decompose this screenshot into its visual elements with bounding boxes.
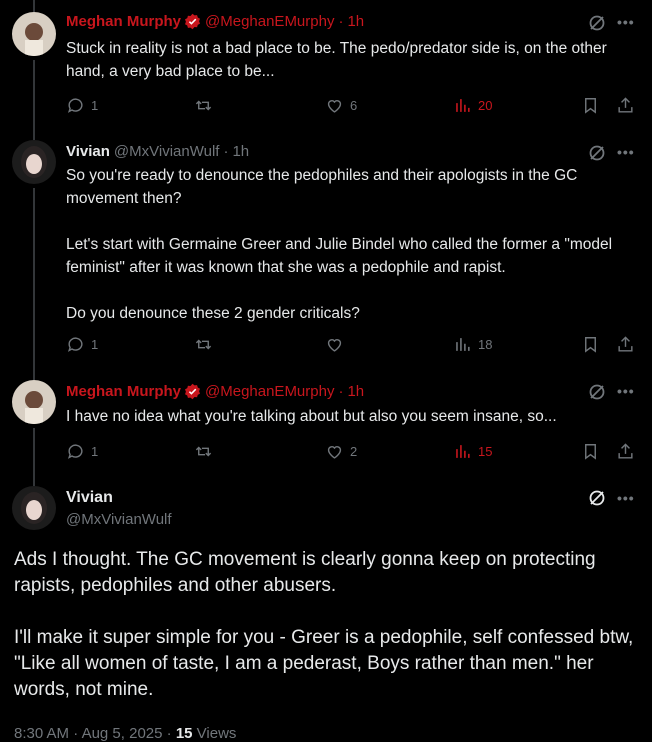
tweet-text: So you're ready to denounce the pedophil… xyxy=(66,167,613,322)
more-icon[interactable]: ••• xyxy=(617,383,635,399)
action-bar: 1 18 xyxy=(66,335,636,355)
more-icon[interactable]: ••• xyxy=(617,144,635,160)
thread-line xyxy=(33,60,35,126)
more-icon[interactable]: ••• xyxy=(617,490,635,506)
bookmark-icon xyxy=(585,337,596,353)
views-icon xyxy=(456,99,470,112)
grok-icon[interactable] xyxy=(588,383,606,401)
like-icon xyxy=(327,446,342,459)
author-name[interactable]: Vivian xyxy=(66,489,113,507)
separator: · xyxy=(338,383,344,400)
thread-line-top xyxy=(33,478,35,486)
thread-line xyxy=(33,428,35,478)
repost-icon xyxy=(195,446,212,457)
repost-button[interactable] xyxy=(194,335,219,354)
separator: · xyxy=(73,725,79,742)
timestamp[interactable]: 1h xyxy=(232,143,249,160)
tweet-text: I have no idea what you're talking about… xyxy=(66,408,557,425)
thread-line xyxy=(33,188,35,368)
like-icon xyxy=(327,339,342,352)
share-icon xyxy=(618,443,633,459)
reply-button[interactable]: 1 xyxy=(66,96,98,115)
verified-badge-icon xyxy=(184,383,201,400)
separator: · xyxy=(166,725,172,742)
views-button[interactable]: 18 xyxy=(453,335,492,354)
grok-icon[interactable] xyxy=(588,489,606,507)
reply-count: 1 xyxy=(91,98,99,113)
repost-button[interactable] xyxy=(194,442,219,461)
author-name[interactable]: Meghan Murphy xyxy=(66,383,181,400)
share-icon xyxy=(618,336,633,352)
author-name[interactable]: Vivian xyxy=(66,143,110,160)
reply-tweet-3[interactable]: Meghan Murphy @MeghanEMurphy · 1h ••• I … xyxy=(0,368,652,478)
like-button[interactable] xyxy=(325,335,350,354)
more-icon[interactable]: ••• xyxy=(617,14,635,30)
views-icon xyxy=(456,338,470,351)
reply-count: 1 xyxy=(91,337,99,352)
like-count: 2 xyxy=(350,444,358,459)
author-handle[interactable]: @MeghanEMurphy xyxy=(205,13,334,30)
reply-tweet-1[interactable]: Meghan Murphy @MeghanEMurphy · 1h ••• St… xyxy=(0,0,652,126)
reply-count: 1 xyxy=(91,444,99,459)
repost-icon xyxy=(195,339,212,350)
grok-icon[interactable] xyxy=(588,14,606,32)
bookmark-icon xyxy=(585,98,596,114)
avatar[interactable] xyxy=(12,380,56,424)
bookmark-icon xyxy=(585,444,596,460)
reply-button[interactable]: 1 xyxy=(66,335,98,354)
views-icon xyxy=(456,445,470,458)
views-count: 15 xyxy=(478,444,493,459)
separator: · xyxy=(338,13,344,30)
reply-tweet-2[interactable]: Vivian @MxVivianWulf · 1h ••• So you're … xyxy=(0,126,652,368)
bookmark-button[interactable] xyxy=(581,335,600,354)
share-button[interactable] xyxy=(616,335,635,354)
thread-line-top xyxy=(33,368,35,380)
bookmark-button[interactable] xyxy=(581,96,600,115)
repost-button[interactable] xyxy=(194,96,219,115)
reply-icon xyxy=(67,444,83,459)
tweet-meta: 8:30 AM · Aug 5, 2025 · 15 Views xyxy=(14,725,236,742)
views-count: 15 xyxy=(175,725,193,742)
grok-icon[interactable] xyxy=(588,144,606,162)
share-button[interactable] xyxy=(616,442,635,461)
reply-button[interactable]: 1 xyxy=(66,442,98,461)
author-handle[interactable]: @MeghanEMurphy xyxy=(205,383,334,400)
views-count: 20 xyxy=(478,98,493,113)
reply-icon xyxy=(67,337,83,352)
separator: · xyxy=(223,143,229,160)
avatar[interactable] xyxy=(12,12,56,56)
post-time[interactable]: 8:30 AM xyxy=(14,725,69,742)
main-tweet: Vivian @MxVivianWulf ••• Ads I thought. … xyxy=(0,478,652,742)
tweet-text: Ads I thought. The GC movement is clearl… xyxy=(14,549,634,700)
timestamp[interactable]: 1h xyxy=(347,383,364,400)
views-label: Views xyxy=(196,725,237,742)
timestamp[interactable]: 1h xyxy=(347,13,364,30)
like-button[interactable]: 6 xyxy=(325,96,357,115)
like-icon xyxy=(327,100,342,113)
verified-badge-icon xyxy=(184,13,201,30)
views-button[interactable]: 20 xyxy=(453,96,492,115)
like-button[interactable]: 2 xyxy=(325,442,357,461)
views-count: 18 xyxy=(478,337,493,352)
action-bar: 1 2 15 xyxy=(66,442,636,462)
share-button[interactable] xyxy=(616,96,635,115)
author-name[interactable]: Meghan Murphy xyxy=(66,13,181,30)
reply-icon xyxy=(67,98,83,113)
share-icon xyxy=(618,97,633,113)
author-handle[interactable]: @MxVivianWulf xyxy=(66,511,172,528)
views-button[interactable]: 15 xyxy=(453,442,492,461)
thread-line-top xyxy=(33,0,35,12)
bookmark-button[interactable] xyxy=(581,442,600,461)
tweet-text: Stuck in reality is not a bad place to b… xyxy=(66,40,607,80)
thread-line-top xyxy=(33,126,35,140)
action-bar: 1 6 20 xyxy=(66,96,636,116)
repost-icon xyxy=(195,100,212,111)
like-count: 6 xyxy=(350,98,358,113)
post-date[interactable]: Aug 5, 2025 xyxy=(82,725,163,742)
avatar[interactable] xyxy=(12,486,56,530)
author-handle[interactable]: @MxVivianWulf xyxy=(114,143,220,160)
avatar[interactable] xyxy=(12,140,56,184)
